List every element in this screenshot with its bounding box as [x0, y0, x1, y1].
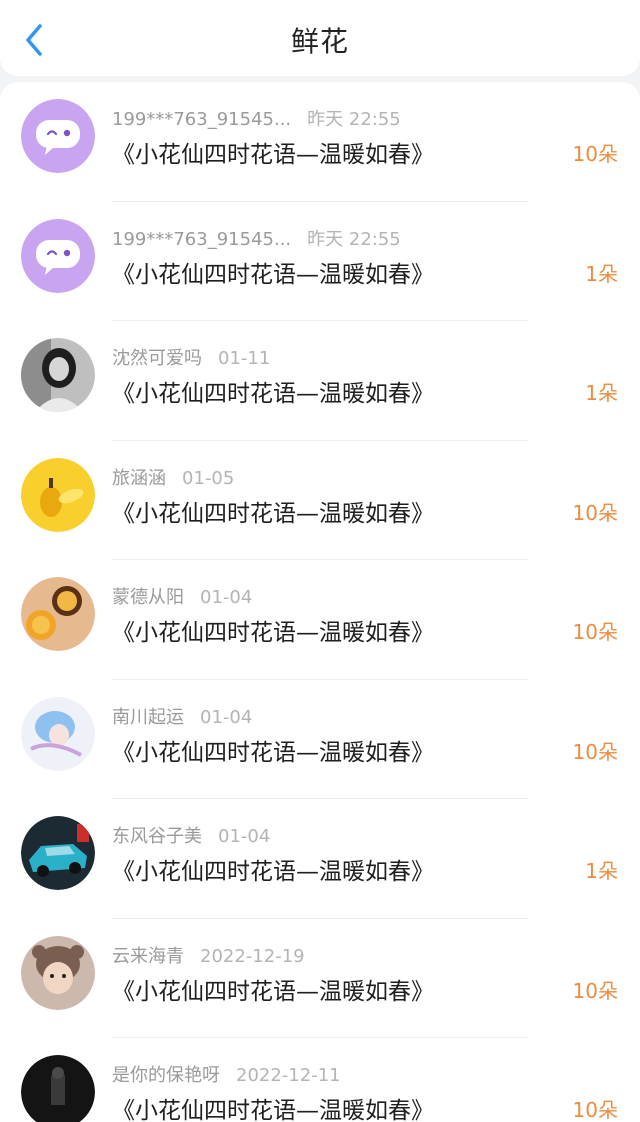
- gift-name: 《小花仙四时花语—温暖如春》: [112, 381, 434, 407]
- sender-meta: 南川起运 01-04: [112, 703, 252, 729]
- grayscale-portrait-avatar[interactable]: [21, 338, 95, 412]
- list-item[interactable]: 199***763_91545... 昨天 22:55 《小花仙四时花语—温暖如春…: [0, 82, 640, 202]
- flower-count: 1朵: [585, 381, 618, 405]
- page-title: 鲜花: [290, 25, 349, 58]
- sender-name: 东风谷子美: [112, 826, 202, 847]
- gift-record-list: 199***763_91545... 昨天 22:55 《小花仙四时花语—温暖如春…: [0, 82, 640, 1122]
- sender-name: 蒙德从阳: [112, 587, 184, 608]
- sender-meta: 199***763_91545... 昨天 22:55: [112, 225, 401, 251]
- send-time: 01-05: [182, 467, 235, 489]
- gift-name: 《小花仙四时花语—温暖如春》: [112, 978, 434, 1005]
- sender-name: 199***763_91545...: [112, 228, 292, 250]
- list-item[interactable]: 南川起运 01-04 《小花仙四时花语—温暖如春》 10朵: [0, 680, 640, 799]
- send-time: 01-04: [200, 706, 253, 728]
- list-item[interactable]: 蒙德从阳 01-04 《小花仙四时花语—温暖如春》 10朵: [0, 560, 640, 680]
- sender-name: 旅涵涵: [112, 467, 166, 489]
- sender-name: 199***763_91545...: [112, 109, 292, 130]
- yellow-fruit-avatar[interactable]: [21, 457, 95, 532]
- chat-bubble-avatar[interactable]: [21, 99, 95, 173]
- sender-name: 南川起运: [112, 706, 184, 728]
- sender-name: 云来海青: [112, 945, 184, 967]
- gift-name: 《小花仙四时花语—温暖如春》: [112, 739, 434, 766]
- list-item[interactable]: 199***763_91545... 昨天 22:55 《小花仙四时花语—温暖如春…: [0, 202, 640, 321]
- sender-name: 是你的保艳呀: [112, 1065, 220, 1086]
- anime-girl-avatar[interactable]: [21, 696, 95, 771]
- list-item[interactable]: 云来海青 2022-12-19 《小花仙四时花语—温暖如春》 10朵: [0, 919, 640, 1038]
- send-time: 昨天 22:55: [307, 228, 401, 250]
- flower-count: 10朵: [572, 1098, 618, 1122]
- flower-count: 10朵: [572, 978, 618, 1003]
- gift-name: 《小花仙四时花语—温暖如春》: [112, 142, 434, 168]
- list-item[interactable]: 沈然可爱吗 01-11 《小花仙四时花语—温暖如春》 1朵: [0, 321, 640, 441]
- list-item[interactable]: 是你的保艳呀 2022-12-11 《小花仙四时花语—温暖如春》 10朵: [0, 1038, 640, 1122]
- gift-name: 《小花仙四时花语—温暖如春》: [112, 261, 434, 288]
- toy-car-avatar[interactable]: [21, 816, 95, 890]
- sender-meta: 旅涵涵 01-05: [112, 464, 234, 490]
- flower-count: 10朵: [572, 739, 618, 764]
- sender-meta: 东风谷子美 01-04: [112, 822, 270, 848]
- sender-name: 沈然可爱吗: [112, 348, 202, 369]
- send-time: 01-04: [218, 826, 271, 847]
- sender-meta: 云来海青 2022-12-19: [112, 942, 305, 968]
- gift-name: 《小花仙四时花语—温暖如春》: [112, 500, 434, 527]
- top-bar: 鲜花: [0, 0, 640, 76]
- sender-meta: 199***763_91545... 昨天 22:55: [112, 105, 401, 131]
- gift-name: 《小花仙四时花语—温暖如春》: [112, 859, 434, 885]
- send-time: 2022-12-11: [236, 1065, 341, 1086]
- gift-name: 《小花仙四时花语—温暖如春》: [112, 1098, 434, 1122]
- sender-meta: 是你的保艳呀 2022-12-11: [112, 1061, 341, 1087]
- send-time: 昨天 22:55: [307, 109, 401, 130]
- chat-bubble-avatar[interactable]: [21, 218, 95, 293]
- send-time: 01-11: [218, 348, 271, 369]
- flower-count: 10朵: [572, 500, 618, 525]
- sender-meta: 沈然可爱吗 01-11: [112, 344, 270, 370]
- flower-count: 10朵: [572, 620, 618, 644]
- flower-count: 10朵: [572, 142, 618, 166]
- send-time: 2022-12-19: [200, 945, 305, 967]
- flower-count: 1朵: [585, 859, 618, 883]
- list-item[interactable]: 旅涵涵 01-05 《小花仙四时花语—温暖如春》 10朵: [0, 441, 640, 560]
- mooncake-avatar[interactable]: [21, 577, 95, 651]
- flower-count: 1朵: [585, 261, 618, 286]
- send-time: 01-04: [200, 587, 253, 608]
- gift-name: 《小花仙四时花语—温暖如春》: [112, 620, 434, 646]
- sender-meta: 蒙德从阳 01-04: [112, 583, 252, 609]
- child-portrait-avatar[interactable]: [21, 935, 95, 1010]
- list-item[interactable]: 东风谷子美 01-04 《小花仙四时花语—温暖如春》 1朵: [0, 799, 640, 919]
- dark-photo-avatar[interactable]: [21, 1055, 95, 1122]
